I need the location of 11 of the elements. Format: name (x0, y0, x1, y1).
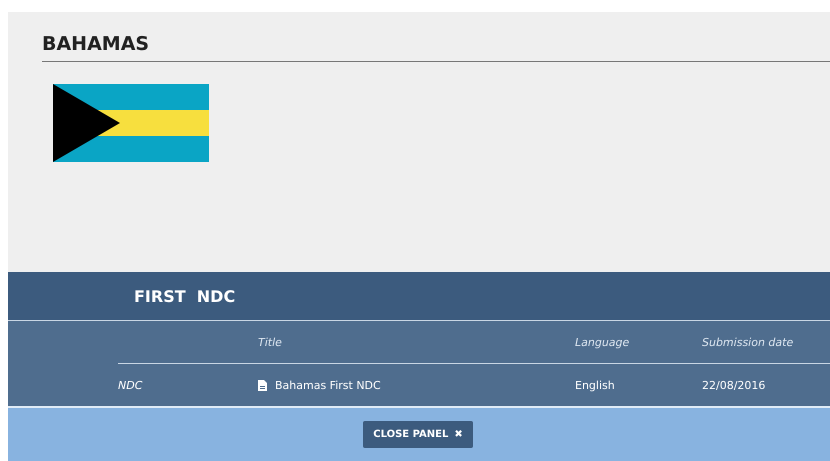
table-cell-text: NDC (118, 378, 144, 392)
column-header: Submission date (702, 336, 794, 348)
country-title: BAHAMAS (42, 33, 830, 62)
column-header: Title (258, 336, 283, 348)
table-cell-text: 22/08/2016 (702, 378, 766, 392)
table-cell-text: English (575, 378, 616, 392)
close-panel-button[interactable]: CLOSE PANEL ✖ (363, 421, 473, 448)
document-link[interactable]: Bahamas First NDC (275, 378, 381, 392)
column-header: Language (575, 336, 630, 348)
section-title: FIRST NDC (134, 286, 236, 306)
document-icon (258, 380, 267, 390)
